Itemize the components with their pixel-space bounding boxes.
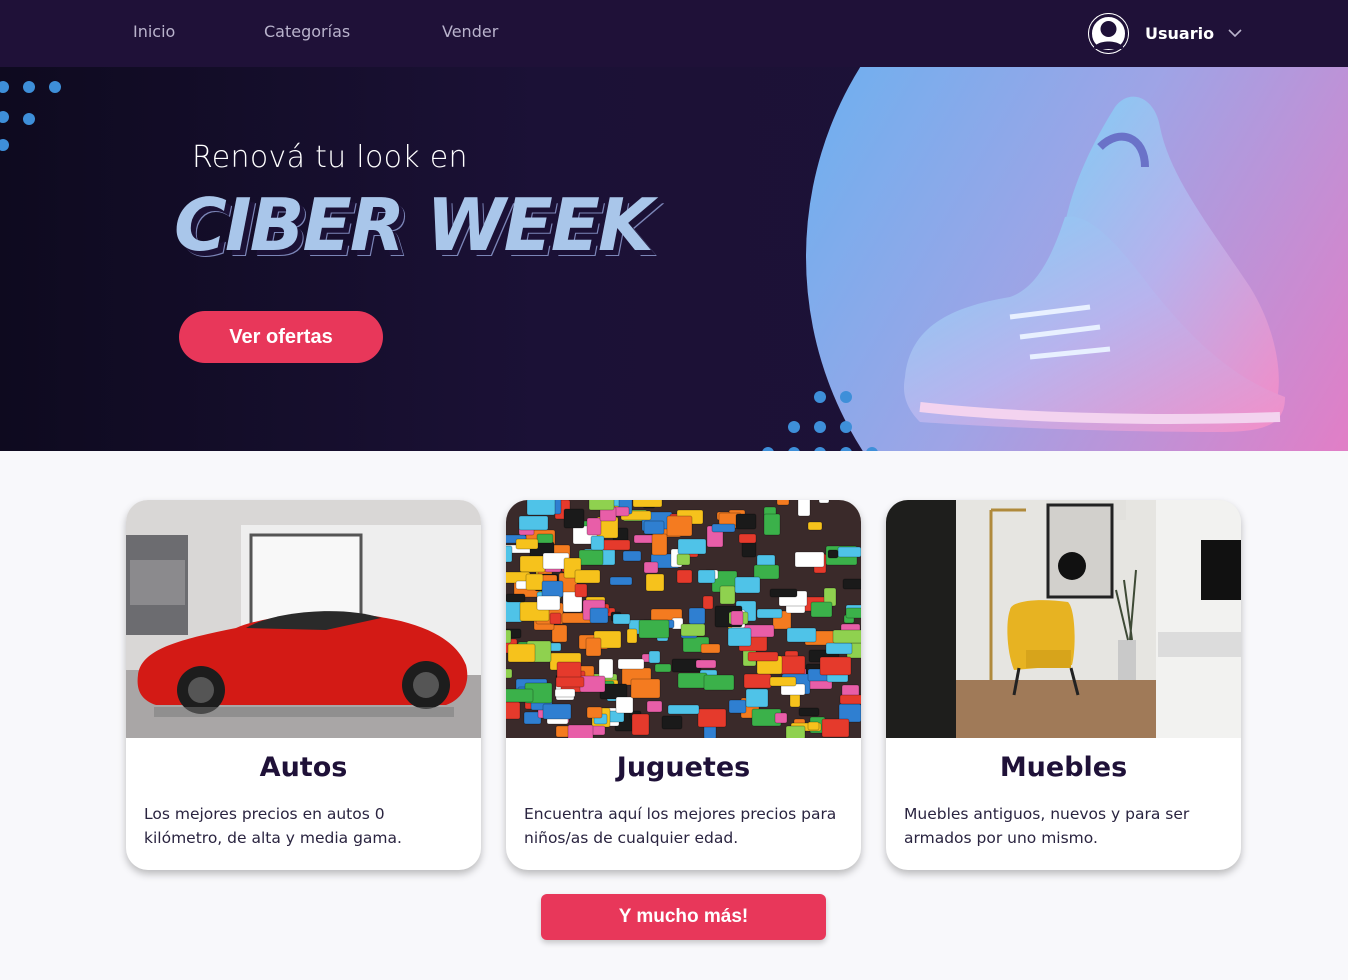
category-description: Encuentra aquí los mejores precios para …	[524, 805, 837, 847]
category-title: Autos	[259, 752, 348, 783]
nav-link-vender[interactable]: Vender	[442, 22, 498, 41]
nav-link-inicio[interactable]: Inicio	[133, 22, 175, 41]
category-card-muebles[interactable]: Muebles Muebles antiguos, nuevos y para …	[886, 500, 1241, 870]
car-image	[126, 500, 481, 738]
category-title: Muebles	[999, 752, 1128, 783]
category-description: Los mejores precios en autos 0 kilómetro…	[144, 805, 402, 847]
furniture-image	[886, 500, 1241, 738]
category-description: Muebles antiguos, nuevos y para ser arma…	[904, 805, 1190, 847]
user-avatar-icon	[1088, 12, 1129, 54]
hero-title: CIBER WEEK	[174, 183, 654, 267]
y-mucho-mas-button[interactable]: Y mucho más!	[541, 894, 826, 940]
decorative-dots	[0, 81, 61, 151]
decorative-dots	[762, 391, 878, 451]
user-menu[interactable]: Usuario	[1088, 12, 1242, 54]
nav-link-categorias[interactable]: Categorías	[264, 22, 350, 41]
category-title: Juguetes	[616, 752, 751, 783]
category-card-juguetes[interactable]: Juguetes Encuentra aquí los mejores prec…	[506, 500, 861, 870]
ver-ofertas-button[interactable]: Ver ofertas	[179, 311, 383, 363]
toys-image	[506, 500, 861, 738]
hero-subtitle: Renová tu look en	[192, 140, 468, 175]
chevron-down-icon	[1228, 28, 1242, 37]
category-card-autos[interactable]: Autos Los mejores precios en autos 0 kil…	[126, 500, 481, 870]
user-name: Usuario	[1145, 23, 1215, 43]
hero-banner: Renová tu look en CIBER WEEK Ver ofertas	[0, 67, 1348, 451]
top-navbar: Inicio Categorías Vender Usuario	[0, 0, 1348, 67]
sneakers-image	[903, 96, 1285, 432]
